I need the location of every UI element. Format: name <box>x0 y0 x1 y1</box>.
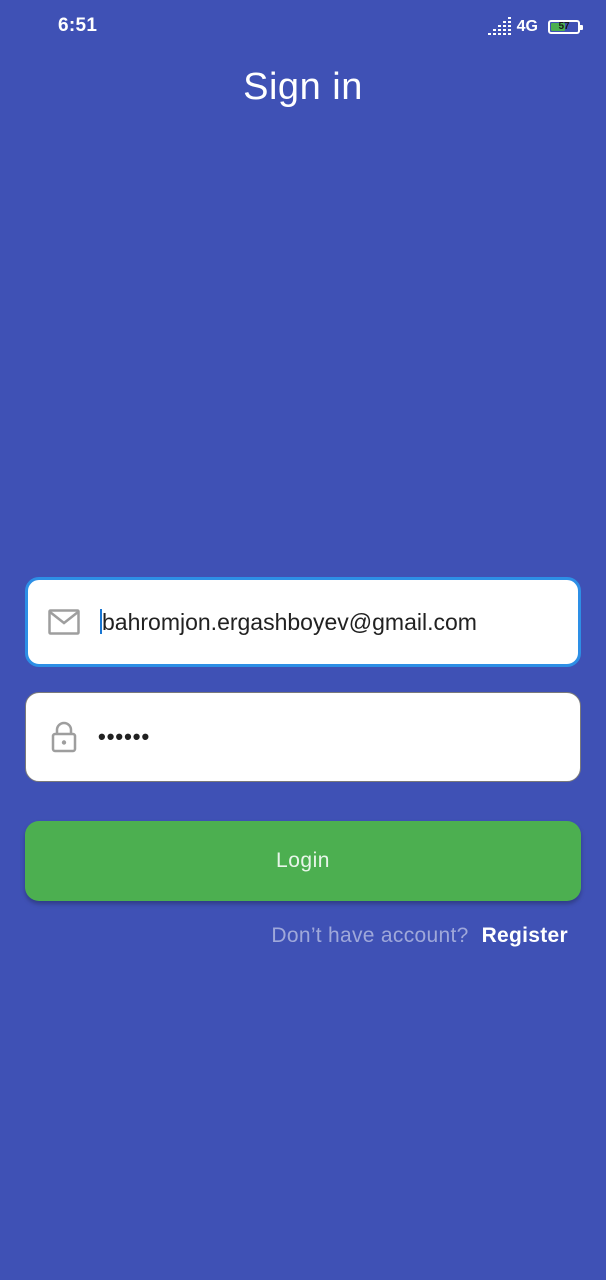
register-link[interactable]: Register <box>482 924 568 948</box>
battery-icon: 57 <box>548 20 583 34</box>
status-time: 6:51 <box>58 15 98 36</box>
register-prompt: Don’t have account? <box>271 924 469 947</box>
email-input[interactable]: bahromjon.ergashboyev@gmail.com <box>100 605 564 639</box>
lock-icon <box>48 721 80 753</box>
network-type: 4G <box>516 18 538 35</box>
password-field[interactable]: •••••• <box>25 692 581 782</box>
register-row: Don’t have account? Register <box>271 924 568 948</box>
page-title: Sign in <box>243 66 363 108</box>
status-indicators: 4G 57 <box>487 16 583 38</box>
battery-level: 57 <box>558 21 570 32</box>
status-bar: 6:51 4G 57 <box>0 0 606 54</box>
email-field[interactable]: bahromjon.ergashboyev@gmail.com <box>25 577 581 667</box>
text-cursor <box>100 609 102 635</box>
password-input[interactable]: •••••• <box>98 720 566 754</box>
mail-icon <box>48 606 80 638</box>
signal-icon <box>487 17 511 35</box>
login-button[interactable]: Login <box>25 821 581 901</box>
